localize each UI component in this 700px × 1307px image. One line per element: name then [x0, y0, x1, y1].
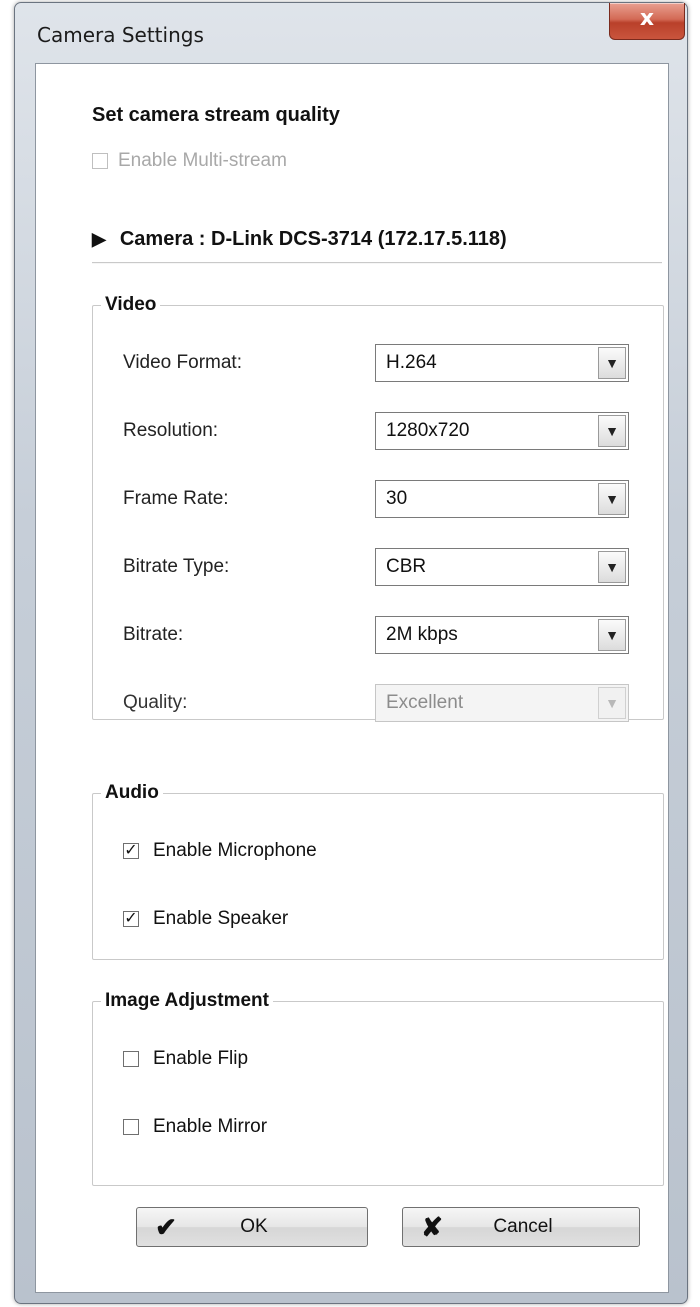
ok-button[interactable]: ✔ OK: [136, 1207, 368, 1247]
speaker-label: Enable Speaker: [153, 908, 289, 929]
ok-button-label: OK: [240, 1216, 268, 1237]
resolution-value: 1280x720: [386, 420, 470, 441]
quality-select: Excellent ▼: [375, 684, 629, 722]
dropdown-arrow-icon[interactable]: ▼: [598, 347, 626, 379]
bitrate-select[interactable]: 2M kbps ▼: [375, 616, 629, 654]
frame-rate-select[interactable]: 30 ▼: [375, 480, 629, 518]
resolution-row: Resolution: 1280x720 ▼: [123, 412, 629, 450]
audio-group: Audio ✓ Enable Microphone ✓ Enable Speak…: [92, 782, 664, 960]
camera-settings-window: Camera Settings x Set camera stream qual…: [14, 2, 688, 1304]
resolution-select[interactable]: 1280x720 ▼: [375, 412, 629, 450]
x-icon: ✘: [421, 1211, 443, 1242]
video-legend: Video: [105, 294, 157, 315]
video-group: Video Video Format: H.264 ▼ Resolution: …: [92, 294, 664, 722]
microphone-label: Enable Microphone: [153, 840, 317, 861]
audio-legend: Audio: [105, 782, 159, 803]
bitrate-type-value: CBR: [386, 556, 427, 577]
speaker-option: ✓ Enable Speaker: [123, 908, 288, 930]
image-adjustment-legend: Image Adjustment: [105, 990, 269, 1011]
dropdown-arrow-icon[interactable]: ▼: [598, 415, 626, 447]
close-icon: x: [639, 6, 655, 31]
flip-checkbox[interactable]: [123, 1051, 139, 1067]
cancel-button-label: Cancel: [493, 1216, 553, 1237]
flip-option: Enable Flip: [123, 1048, 248, 1070]
bitrate-value: 2M kbps: [386, 624, 458, 645]
frame-rate-row: Frame Rate: 30 ▼: [123, 480, 629, 518]
image-adjustment-group: Image Adjustment Enable Flip Enable Mirr…: [92, 990, 664, 1186]
bitrate-type-select[interactable]: CBR ▼: [375, 548, 629, 586]
close-button[interactable]: x: [609, 3, 685, 40]
section-heading: Set camera stream quality: [92, 104, 340, 126]
multi-stream-label: Enable Multi-stream: [118, 150, 287, 171]
bitrate-type-row: Bitrate Type: CBR ▼: [123, 548, 629, 586]
mirror-option: Enable Mirror: [123, 1116, 267, 1138]
cancel-button[interactable]: ✘ Cancel: [402, 1207, 640, 1247]
bitrate-row: Bitrate: 2M kbps ▼: [123, 616, 629, 654]
bitrate-label: Bitrate:: [123, 624, 184, 645]
quality-row: Quality: Excellent ▼: [123, 684, 629, 722]
speaker-checkbox[interactable]: ✓: [123, 911, 139, 927]
quality-value: Excellent: [386, 692, 464, 713]
frame-rate-label: Frame Rate:: [123, 488, 229, 509]
microphone-option: ✓ Enable Microphone: [123, 840, 317, 862]
dialog-body: Set camera stream quality Enable Multi-s…: [35, 63, 669, 1293]
video-format-select[interactable]: H.264 ▼: [375, 344, 629, 382]
microphone-checkbox[interactable]: ✓: [123, 843, 139, 859]
multi-stream-checkbox[interactable]: [92, 153, 108, 169]
dropdown-arrow-icon[interactable]: ▼: [598, 619, 626, 651]
video-format-label: Video Format:: [123, 352, 242, 373]
flip-label: Enable Flip: [153, 1048, 249, 1069]
video-format-value: H.264: [386, 352, 437, 373]
multi-stream-option: Enable Multi-stream: [92, 150, 287, 172]
mirror-label: Enable Mirror: [153, 1116, 268, 1137]
title-bar[interactable]: Camera Settings x: [15, 3, 687, 61]
dropdown-arrow-icon[interactable]: ▼: [598, 483, 626, 515]
camera-selector[interactable]: ▶ Camera : D-Link DCS-3714 (172.17.5.118…: [92, 228, 507, 251]
frame-rate-value: 30: [386, 488, 408, 509]
bitrate-type-label: Bitrate Type:: [123, 556, 230, 577]
resolution-label: Resolution:: [123, 420, 219, 441]
checkmark-icon: ✔: [155, 1211, 177, 1242]
mirror-checkbox[interactable]: [123, 1119, 139, 1135]
triangle-right-icon: ▶: [92, 229, 106, 249]
video-format-row: Video Format: H.264 ▼: [123, 344, 629, 382]
camera-label: Camera : D-Link DCS-3714 (172.17.5.118): [119, 228, 507, 250]
quality-label: Quality:: [123, 692, 188, 713]
dropdown-arrow-icon[interactable]: ▼: [598, 551, 626, 583]
dropdown-arrow-icon: ▼: [598, 687, 626, 719]
window-title: Camera Settings: [37, 23, 204, 47]
separator: [92, 262, 662, 264]
